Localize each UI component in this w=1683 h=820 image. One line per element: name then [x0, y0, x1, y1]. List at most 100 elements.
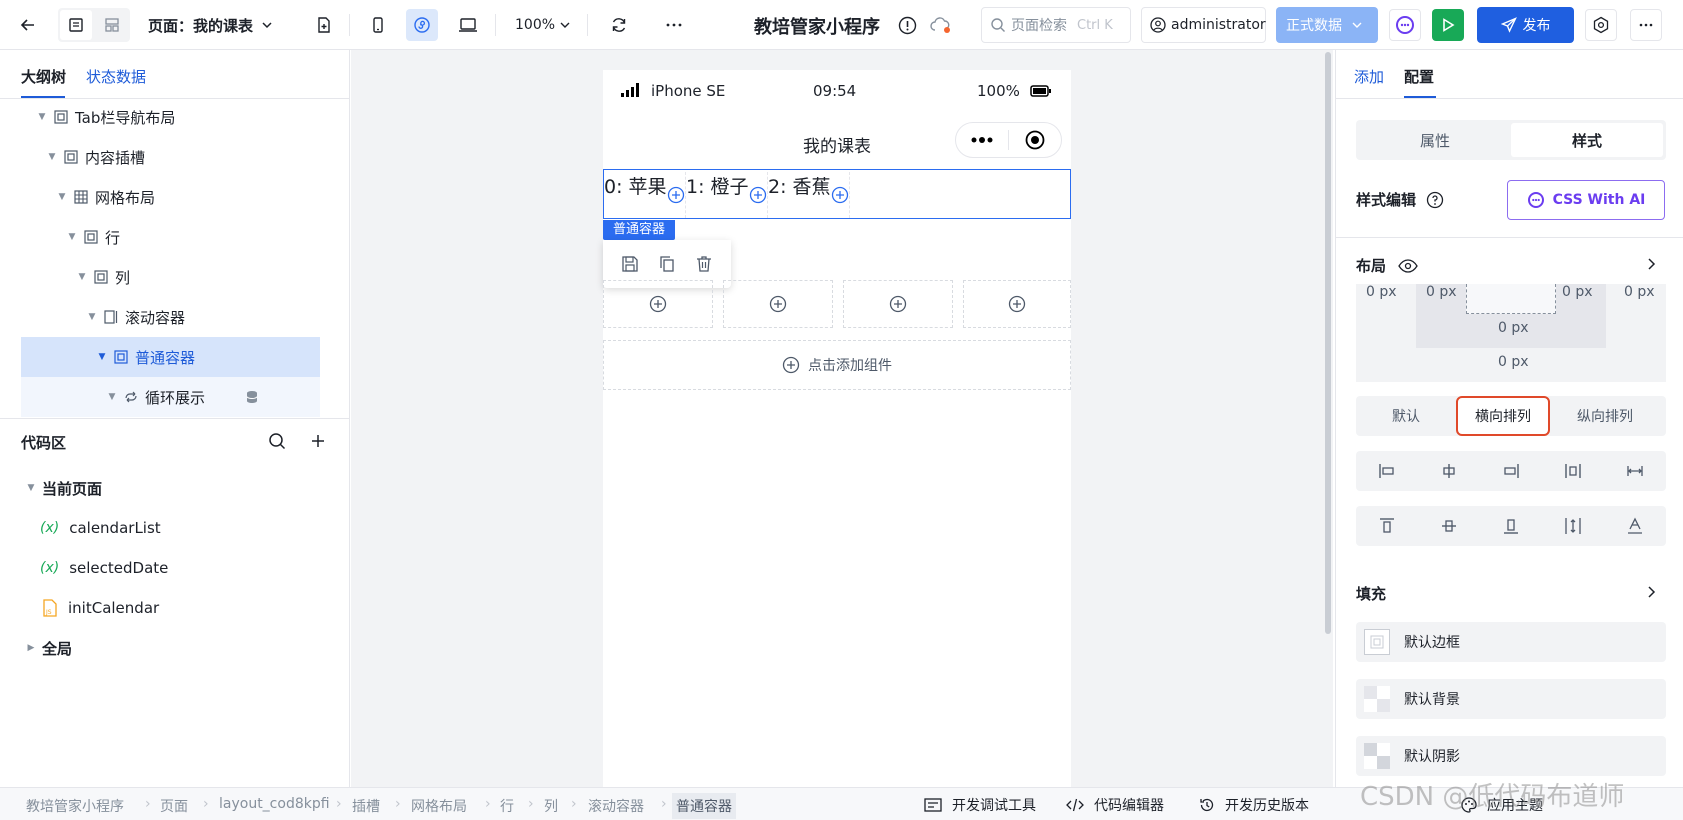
tree-node-loop[interactable]: ▼ 循环展示 — [21, 377, 320, 417]
code-editor-button[interactable]: 代码编辑器 — [1066, 795, 1164, 815]
add-circle-icon[interactable] — [831, 186, 849, 204]
add-circle-icon[interactable] — [749, 186, 767, 204]
zoom-select[interactable]: 100% — [515, 15, 570, 35]
publish-button[interactable]: 发布 — [1477, 7, 1574, 43]
grid-cell-placeholder[interactable] — [723, 280, 833, 328]
env-select[interactable]: 正式数据 — [1276, 7, 1378, 43]
eye-icon[interactable] — [1398, 258, 1418, 273]
new-file-icon[interactable] — [308, 9, 340, 41]
info-icon[interactable] — [898, 16, 917, 35]
grid-cell-placeholder[interactable] — [603, 280, 713, 328]
save-icon[interactable] — [621, 255, 639, 273]
run-icon[interactable] — [1432, 9, 1464, 41]
align-middle-icon[interactable] — [1441, 517, 1457, 535]
add-component-area[interactable]: 点击添加组件 — [603, 340, 1071, 390]
tree-node-row[interactable]: ▼ 行 — [21, 217, 320, 257]
align-baseline-icon[interactable] — [1627, 517, 1643, 535]
tree-node-normal-container[interactable]: ▼ 普通容器 — [21, 337, 320, 377]
direction-horizontal[interactable]: 横向排列 — [1456, 396, 1550, 436]
var-item[interactable]: (x) selectedDate — [0, 548, 349, 588]
page-search-input[interactable]: 页面检索 Ctrl K — [981, 7, 1131, 43]
more-dots-icon[interactable] — [956, 137, 1008, 143]
trash-icon[interactable] — [695, 255, 713, 273]
justify-between-icon[interactable] — [1564, 463, 1582, 479]
history-button[interactable]: 开发历史版本 — [1199, 795, 1309, 815]
add-icon[interactable] — [310, 433, 326, 449]
breadcrumb-item[interactable]: 网格布局 — [411, 796, 467, 816]
search-icon[interactable] — [268, 432, 286, 450]
seg-props[interactable]: 属性 — [1359, 123, 1511, 157]
margin-right-value[interactable]: 0 px — [1624, 284, 1655, 300]
loop-item[interactable]: 2: 香蕉 — [768, 172, 850, 218]
more-icon[interactable] — [1630, 9, 1662, 41]
canvas-scrollbar[interactable] — [1325, 52, 1331, 634]
align-stretch-icon[interactable] — [1565, 517, 1581, 535]
css-with-ai-button[interactable]: CSS With AI — [1507, 180, 1665, 220]
tab-add[interactable]: 添加 — [1354, 66, 1384, 87]
grid-cell-placeholder[interactable] — [843, 280, 953, 328]
page-selector[interactable]: 页面：我的课表 — [148, 14, 273, 36]
tab-state-data[interactable]: 状态数据 — [86, 66, 146, 87]
capsule-menu[interactable] — [955, 122, 1062, 158]
direction-default[interactable]: 默认 — [1356, 396, 1456, 436]
fill-border-option[interactable]: 默认边框 — [1356, 622, 1666, 662]
add-circle-icon[interactable] — [667, 186, 685, 204]
fill-background-option[interactable]: 默认背景 — [1356, 679, 1666, 719]
tree-node-scroll-container[interactable]: ▼ 滚动容器 — [21, 297, 320, 337]
more-icon[interactable] — [658, 9, 690, 41]
padding-bottom-value[interactable]: 0 px — [1498, 320, 1529, 336]
page-view-icon[interactable] — [60, 10, 92, 40]
chevron-right-icon[interactable] — [1646, 257, 1658, 271]
tree-node-tab-nav[interactable]: ▼ Tab栏导航布局 — [21, 97, 320, 137]
align-bottom-icon[interactable] — [1503, 517, 1519, 535]
desktop-device-icon[interactable] — [452, 9, 484, 41]
breadcrumb-current[interactable]: 普通容器 — [672, 793, 736, 819]
breadcrumb-item[interactable]: 列 — [544, 796, 558, 816]
fill-shadow-option[interactable]: 默认阴影 — [1356, 736, 1666, 776]
breadcrumb-item[interactable]: 行 — [500, 796, 514, 816]
debug-tools-button[interactable]: 开发调试工具 — [924, 795, 1036, 815]
method-item[interactable]: JS initCalendar — [0, 588, 349, 628]
miniprogram-icon[interactable] — [406, 9, 438, 41]
margin-left-value[interactable]: 0 px — [1366, 284, 1397, 300]
loop-item[interactable]: 1: 橙子 — [686, 172, 768, 218]
tab-config[interactable]: 配置 — [1404, 66, 1434, 87]
padding-right-value[interactable]: 0 px — [1562, 284, 1593, 300]
settings-hex-icon[interactable] — [1585, 9, 1617, 41]
direction-vertical[interactable]: 纵向排列 — [1550, 396, 1660, 436]
normal-container-selected[interactable]: 0: 苹果 1: 橙子 2: 香蕉 — [603, 169, 1071, 219]
breadcrumb-item[interactable]: 页面 — [160, 796, 188, 816]
tab-outline[interactable]: 大纲树 — [21, 66, 66, 87]
layout-view-icon[interactable] — [96, 10, 128, 40]
user-menu[interactable]: administrator — [1141, 7, 1266, 43]
current-page-group[interactable]: ▼ 当前页面 — [0, 468, 349, 508]
tree-node-col[interactable]: ▼ 列 — [21, 257, 320, 297]
fill-section-header[interactable]: 填充 — [1356, 583, 1386, 604]
tree-node-content-slot[interactable]: ▼ 内容插槽 — [21, 137, 320, 177]
ai-assistant-icon[interactable] — [1389, 9, 1421, 41]
copy-icon[interactable] — [658, 255, 676, 273]
margin-bottom-value[interactable]: 0 px — [1498, 354, 1529, 370]
breadcrumb-item[interactable]: 滚动容器 — [588, 796, 644, 816]
align-top-icon[interactable] — [1379, 517, 1395, 535]
mobile-device-icon[interactable] — [362, 9, 394, 41]
loop-item[interactable]: 0: 苹果 — [604, 172, 686, 218]
justify-center-icon[interactable] — [1440, 463, 1458, 479]
grid-cell-placeholder[interactable] — [963, 280, 1071, 328]
chevron-right-icon[interactable] — [1646, 585, 1658, 599]
cloud-sync-icon[interactable] — [930, 16, 952, 34]
seg-style[interactable]: 样式 — [1511, 123, 1663, 157]
justify-around-icon[interactable] — [1626, 463, 1644, 479]
padding-left-value[interactable]: 0 px — [1426, 284, 1457, 300]
var-item[interactable]: (x) calendarList — [0, 508, 349, 548]
help-icon[interactable] — [1426, 191, 1444, 209]
breadcrumb-item[interactable]: 插槽 — [352, 796, 380, 816]
refresh-icon[interactable] — [603, 9, 635, 41]
close-target-icon[interactable] — [1009, 130, 1061, 150]
breadcrumb-item[interactable]: layout_cod8kpfi — [219, 796, 330, 812]
tree-node-grid[interactable]: ▼ 网格布局 — [21, 177, 320, 217]
layout-section-header[interactable]: 布局 — [1356, 255, 1418, 276]
justify-end-icon[interactable] — [1502, 463, 1520, 479]
global-group[interactable]: ▶ 全局 — [0, 628, 349, 668]
back-arrow-icon[interactable] — [12, 9, 44, 41]
